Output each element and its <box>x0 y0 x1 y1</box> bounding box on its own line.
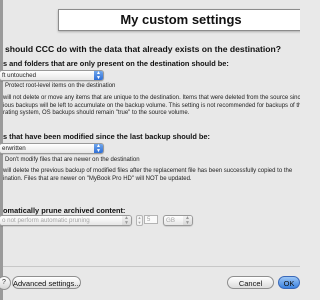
popup-arrows-icon: ▲ ▼ <box>94 144 103 153</box>
settings-name-field[interactable]: My custom settings <box>58 9 300 31</box>
modified-files-popup[interactable]: erwritten ▲ ▼ <box>0 143 104 154</box>
modified-files-description: will delete the previous backup of modif… <box>3 168 293 182</box>
cancel-button[interactable]: Cancel <box>227 276 274 289</box>
unique-items-popup-value: ft untouched <box>2 72 37 79</box>
dont-modify-newer-checkbox-row[interactable]: Don't modify files that are newer on the… <box>5 157 140 163</box>
modified-files-heading: s that have been modified since the last… <box>3 132 210 141</box>
pruning-popup-value: o not perform automatic pruning <box>2 217 90 224</box>
unique-items-description: will not delete or move any items that a… <box>3 95 300 117</box>
popup-arrows-icon: ▲ ▼ <box>94 71 103 80</box>
prune-amount-stepper[interactable]: ▲ ▼ <box>136 215 143 226</box>
prune-amount-field[interactable]: 5 <box>144 215 158 224</box>
modified-files-popup-value: erwritten <box>2 145 26 152</box>
destination-question: should CCC do with the data that already… <box>5 44 281 54</box>
dialog-title: My custom settings <box>120 12 242 27</box>
ok-button[interactable]: OK <box>278 276 300 289</box>
settings-sheet: My custom settings should CCC do with th… <box>0 0 300 300</box>
popup-arrows-icon: ▲ ▼ <box>122 216 131 225</box>
dont-modify-newer-label: Don't modify files that are newer on the… <box>5 157 140 163</box>
unique-items-popup[interactable]: ft untouched ▲ ▼ <box>0 70 104 81</box>
pruning-heading: omatically prune archived content: <box>3 206 126 215</box>
popup-arrows-icon: ▲ ▼ <box>183 216 192 225</box>
help-button[interactable]: ? <box>0 276 11 290</box>
prune-unit-popup[interactable]: GB ▲ ▼ <box>163 215 193 226</box>
unique-items-heading: s and folders that are only present on t… <box>3 59 229 68</box>
prune-unit-value: GB <box>166 217 175 224</box>
protect-root-checkbox-row[interactable]: Protect root-level items on the destinat… <box>5 83 115 89</box>
custom-settings-dialog: My custom settings should CCC do with th… <box>0 0 300 300</box>
protect-root-label: Protect root-level items on the destinat… <box>5 83 116 89</box>
advanced-settings-button[interactable]: Advanced settings... <box>12 276 81 289</box>
pruning-popup[interactable]: o not perform automatic pruning ▲ ▼ <box>0 215 132 226</box>
footer-divider <box>3 266 300 267</box>
